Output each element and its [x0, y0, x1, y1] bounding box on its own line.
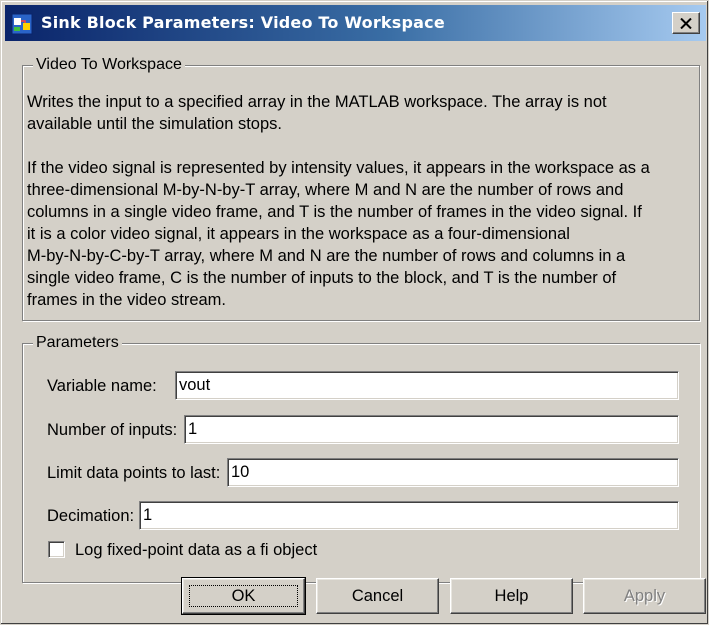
log-fixed-point-label[interactable]: Log fixed-point data as a fi object: [75, 540, 317, 560]
simulink-block-icon: [11, 13, 33, 35]
limit-data-points-label: Limit data points to last:: [47, 464, 221, 482]
apply-button-label: Apply: [623, 587, 666, 605]
help-button-label: Help: [494, 587, 529, 605]
title-bar[interactable]: Sink Block Parameters: Video To Workspac…: [5, 5, 706, 41]
variable-name-label: Variable name:: [47, 377, 157, 395]
description-line: single video frame, C is the number of i…: [27, 269, 617, 287]
close-button[interactable]: [672, 12, 700, 34]
decimation-input[interactable]: 1: [139, 501, 679, 530]
number-of-inputs-input[interactable]: 1: [184, 415, 679, 444]
apply-button[interactable]: Apply: [583, 578, 706, 614]
dialog-window: Sink Block Parameters: Video To Workspac…: [0, 0, 709, 625]
limit-data-points-input[interactable]: 10: [227, 458, 679, 487]
description-line: three-dimensional M-by-N-by-T array, whe…: [27, 181, 624, 199]
log-fixed-point-checkbox[interactable]: [48, 541, 65, 558]
cancel-button[interactable]: Cancel: [316, 578, 439, 614]
parameters-group-title: Parameters: [33, 333, 122, 353]
description-line: columns in a single video frame, and T i…: [27, 203, 642, 221]
decimation-label: Decimation:: [47, 507, 135, 525]
description-line: If the video signal is represented by in…: [27, 159, 650, 177]
description-line: available until the simulation stops.: [27, 115, 282, 133]
variable-name-input[interactable]: vout: [175, 371, 679, 400]
description-line: it is a color video signal, it appears i…: [27, 225, 570, 243]
description-line: frames in the video stream.: [27, 291, 226, 309]
number-of-inputs-label: Number of inputs:: [47, 421, 178, 439]
cancel-button-label: Cancel: [351, 587, 404, 605]
ok-button[interactable]: OK: [181, 577, 306, 615]
window-title: Sink Block Parameters: Video To Workspac…: [41, 13, 445, 32]
focus-rectangle: [189, 585, 298, 607]
description-line: M-by-N-by-C-by-T array, where M and N ar…: [27, 247, 626, 265]
help-button[interactable]: Help: [450, 578, 573, 614]
description-line: Writes the input to a specified array in…: [27, 93, 607, 111]
description-group-title: Video To Workspace: [33, 55, 185, 75]
close-icon: [680, 17, 692, 29]
